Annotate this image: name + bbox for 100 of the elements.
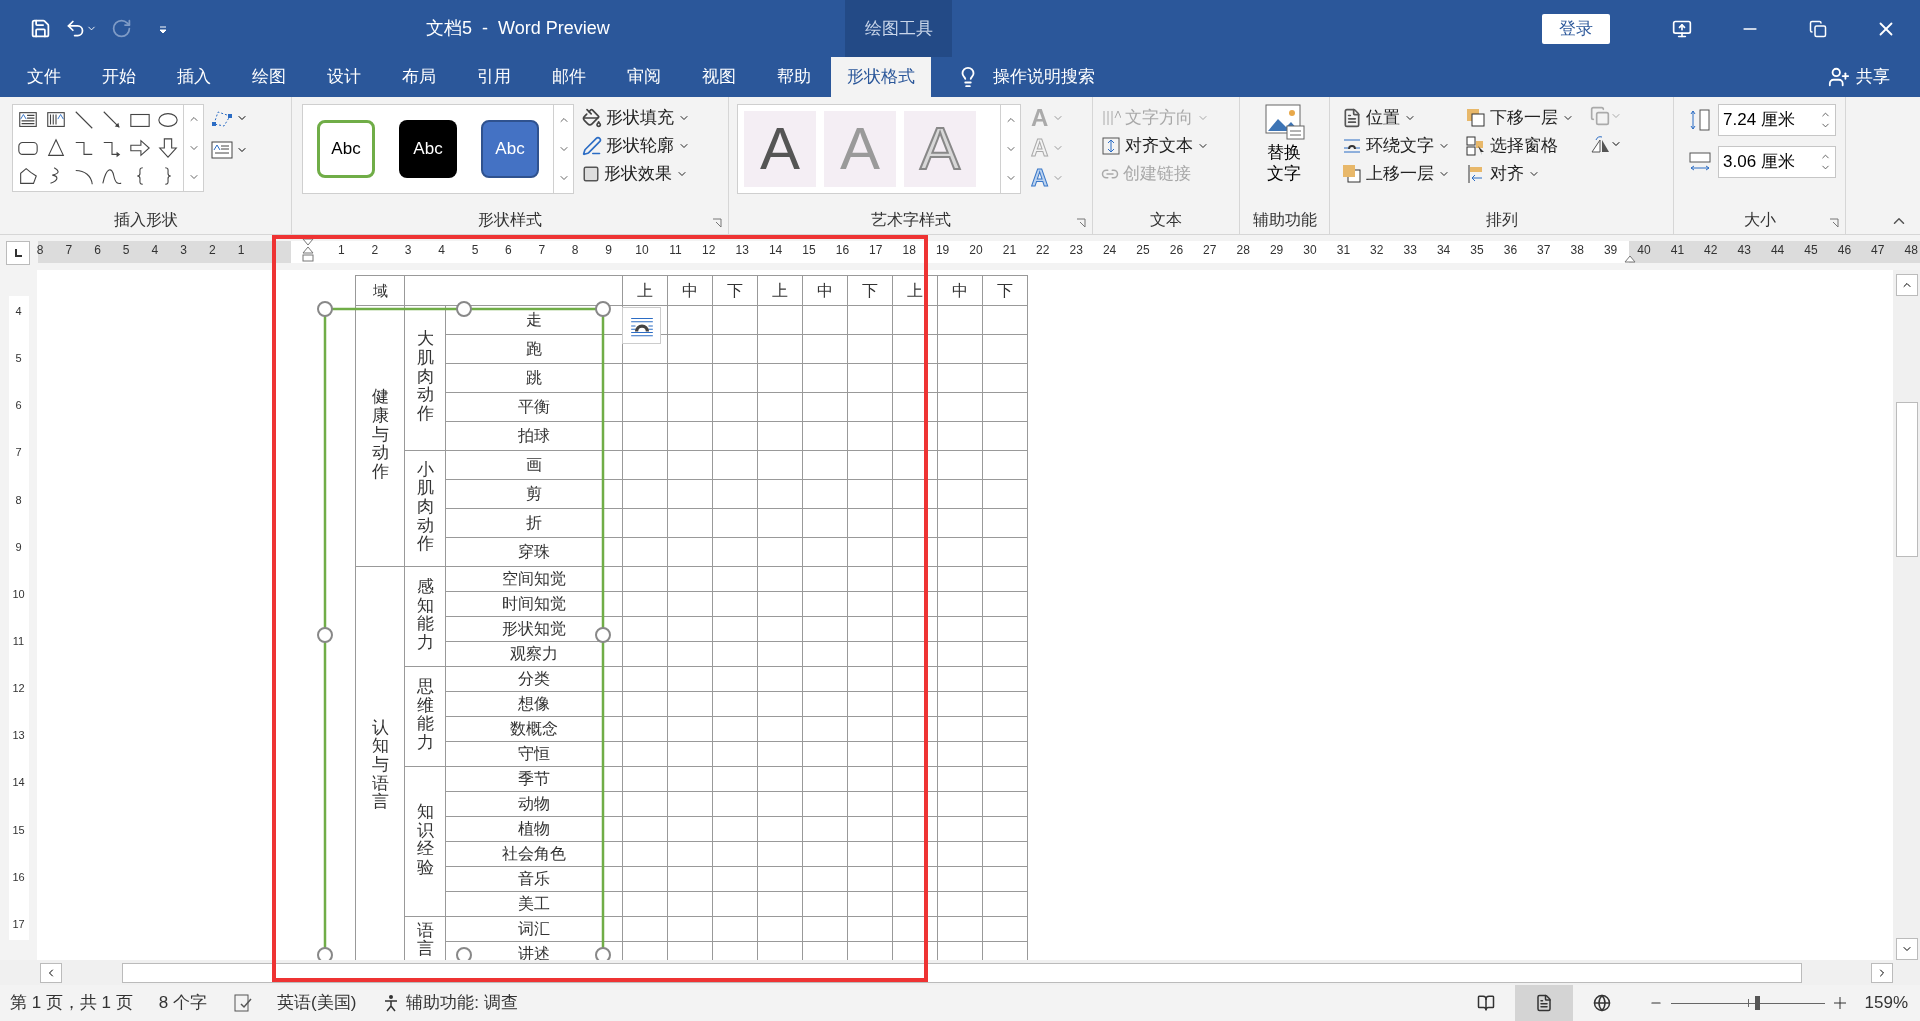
zoom-in-icon[interactable] xyxy=(1832,996,1847,1010)
ruler-number: 38 xyxy=(1570,244,1584,256)
proofing-icon[interactable] xyxy=(233,993,253,1013)
save-icon[interactable] xyxy=(30,18,51,39)
restore-icon[interactable] xyxy=(1809,19,1827,38)
ruler-number: 1 xyxy=(338,244,345,256)
ruler-number: 16 xyxy=(12,871,25,883)
ruler-number: 8 xyxy=(36,244,44,256)
ruler-number: 4 xyxy=(151,244,159,256)
scroll-thumb[interactable] xyxy=(1895,402,1918,557)
picture-icon xyxy=(1264,104,1305,140)
zoom-slider-thumb[interactable] xyxy=(1754,996,1760,1010)
ribbon-tab[interactable]: 形状格式 xyxy=(831,57,931,97)
ribbon-tab[interactable]: 帮助 xyxy=(756,57,831,97)
ribbon-command[interactable]: 对齐 xyxy=(1466,160,1574,188)
scroll-down-button[interactable] xyxy=(1895,938,1918,960)
page-count[interactable]: 第 1 页，共 1 页 xyxy=(10,990,133,1016)
view-glyph-icon xyxy=(1534,994,1553,1012)
dialog-launcher-icon[interactable] xyxy=(1829,218,1839,228)
ribbon-command[interactable]: 下移一层 xyxy=(1466,104,1574,132)
size-spin-field[interactable]: 3.06 厘米 xyxy=(1718,146,1836,178)
ribbon-tab[interactable]: 文件 xyxy=(6,57,81,97)
size-spin-field[interactable]: 7.24 厘米 xyxy=(1718,104,1836,136)
redo-icon[interactable] xyxy=(111,18,132,39)
down-arrow-icon[interactable] xyxy=(157,137,179,159)
window-title: 文档5 - Word Preview xyxy=(426,17,610,40)
wordart-style-sample[interactable]: A xyxy=(744,111,816,187)
scroll-thumb[interactable] xyxy=(122,962,1802,983)
ribbon-command[interactable]: 上移一层 xyxy=(1342,160,1450,188)
ribbon-tab[interactable]: 开始 xyxy=(81,57,156,97)
shape-style-swatch[interactable]: Abc xyxy=(317,120,375,178)
table-cell: 形状知觉 xyxy=(502,620,566,637)
ribbon-tab[interactable]: 布局 xyxy=(381,57,456,97)
accessibility-status[interactable]: 辅助功能: 调查 xyxy=(406,990,518,1016)
ruler-number: 12 xyxy=(702,244,716,256)
right-indent-marker-icon[interactable] xyxy=(1624,255,1636,263)
ruler-number: 12 xyxy=(12,683,25,695)
ruler-number: 25 xyxy=(1136,244,1150,256)
indent-marker-icon[interactable] xyxy=(302,237,314,263)
share-button[interactable]: 共享 xyxy=(1828,57,1920,97)
alt-text-button[interactable]: 替换文字 xyxy=(1248,104,1321,185)
table-cell: 平衡 xyxy=(518,398,550,415)
scroll-left-button[interactable] xyxy=(40,962,62,983)
ruler-number: 5 xyxy=(471,244,479,256)
ribbon-command[interactable]: 形状效果 xyxy=(582,160,690,188)
zoom-slider[interactable] xyxy=(1670,996,1825,1010)
tell-me-search[interactable]: 操作说明搜索 xyxy=(993,64,1095,90)
customize-toolbar-icon[interactable] xyxy=(158,23,168,34)
rotate-icon[interactable] xyxy=(1590,134,1610,154)
ruler-number: 6 xyxy=(94,244,101,256)
ribbon-tab[interactable]: 插入 xyxy=(156,57,231,97)
ribbon-command[interactable]: 对齐文本 xyxy=(1101,132,1209,160)
print-layout-icon[interactable] xyxy=(1514,985,1573,1021)
table-cell: 大肌肉动作 xyxy=(416,330,434,424)
ribbon-tab[interactable]: 设计 xyxy=(306,57,381,97)
sign-in-button[interactable]: 登录 xyxy=(1542,13,1610,44)
shape-style-swatch[interactable]: Abc xyxy=(399,120,457,178)
ribbon-tab[interactable]: 邮件 xyxy=(531,57,606,97)
selection-frame[interactable] xyxy=(316,300,612,960)
ruler-number: 42 xyxy=(1704,244,1718,256)
ribbon-tab[interactable]: 引用 xyxy=(456,57,531,97)
ruler-number: 13 xyxy=(735,244,749,256)
shape-style-swatch[interactable]: Abc xyxy=(481,120,539,178)
triangle-icon[interactable] xyxy=(45,137,67,159)
ribbon-tab[interactable]: 绘图 xyxy=(231,57,306,97)
table-cell: 上 xyxy=(772,281,788,299)
dialog-launcher-icon[interactable] xyxy=(712,218,722,228)
group-label: 大小 xyxy=(1743,210,1776,230)
ribbon-display-icon[interactable] xyxy=(1672,18,1692,39)
vertical-ruler[interactable]: 4 5 6 7 8 9 10 11 12 13 14 15 16 17 xyxy=(0,270,37,960)
horizontal-ruler[interactable]: 8 7 6 5 4 3 2 1 1 2 3 4 5 6 7 8 9 10 11 12 13 14 15 16 17 18 19 20 21 22 23 24 25 26 27 28 29 30 31 32 33 34 35 36 37 38 39 40 41 42 43 44 45 46 47 48 xyxy=(38,241,1920,263)
ribbon-command[interactable]: 形状填充 xyxy=(582,104,690,132)
zoom-level[interactable]: 159% xyxy=(1864,990,1908,1016)
scroll-up-button[interactable] xyxy=(1895,274,1918,296)
ribbon-tab[interactable]: 视图 xyxy=(681,57,756,97)
ruler-number: 24 xyxy=(1102,244,1117,256)
dialog-launcher-icon[interactable] xyxy=(1076,218,1086,228)
scroll-right-button[interactable] xyxy=(1871,962,1893,983)
right-arrow-icon[interactable] xyxy=(129,137,151,159)
freeform-icon[interactable] xyxy=(17,165,39,187)
tab-selector[interactable] xyxy=(6,240,30,265)
table-cell: 中 xyxy=(952,281,968,299)
ribbon-command[interactable]: 选择窗格 xyxy=(1466,132,1574,160)
table-cell: 穿珠 xyxy=(518,543,550,560)
ribbon-command[interactable]: 环绕文字 xyxy=(1342,132,1450,160)
undo-icon[interactable] xyxy=(65,18,86,39)
ribbon-tab[interactable]: 审阅 xyxy=(606,57,681,97)
ribbon-command[interactable]: 位置 xyxy=(1342,104,1450,132)
table-cell: 知识经验 xyxy=(416,802,434,878)
ruler-number: 34 xyxy=(1436,244,1451,256)
layout-options-button[interactable] xyxy=(622,307,661,344)
ribbon-command[interactable]: 形状轮廓 xyxy=(582,132,690,160)
line-icon[interactable] xyxy=(73,109,95,131)
ruler-number: 47 xyxy=(1871,244,1885,256)
word-count[interactable]: 8 个字 xyxy=(158,990,207,1016)
ruler-number: 29 xyxy=(1269,244,1284,256)
table-cell: 语言 xyxy=(416,921,434,960)
ruler-number: 9 xyxy=(15,541,22,553)
language-status[interactable]: 英语(美国) xyxy=(277,990,357,1016)
table-cell: 画 xyxy=(526,456,542,473)
